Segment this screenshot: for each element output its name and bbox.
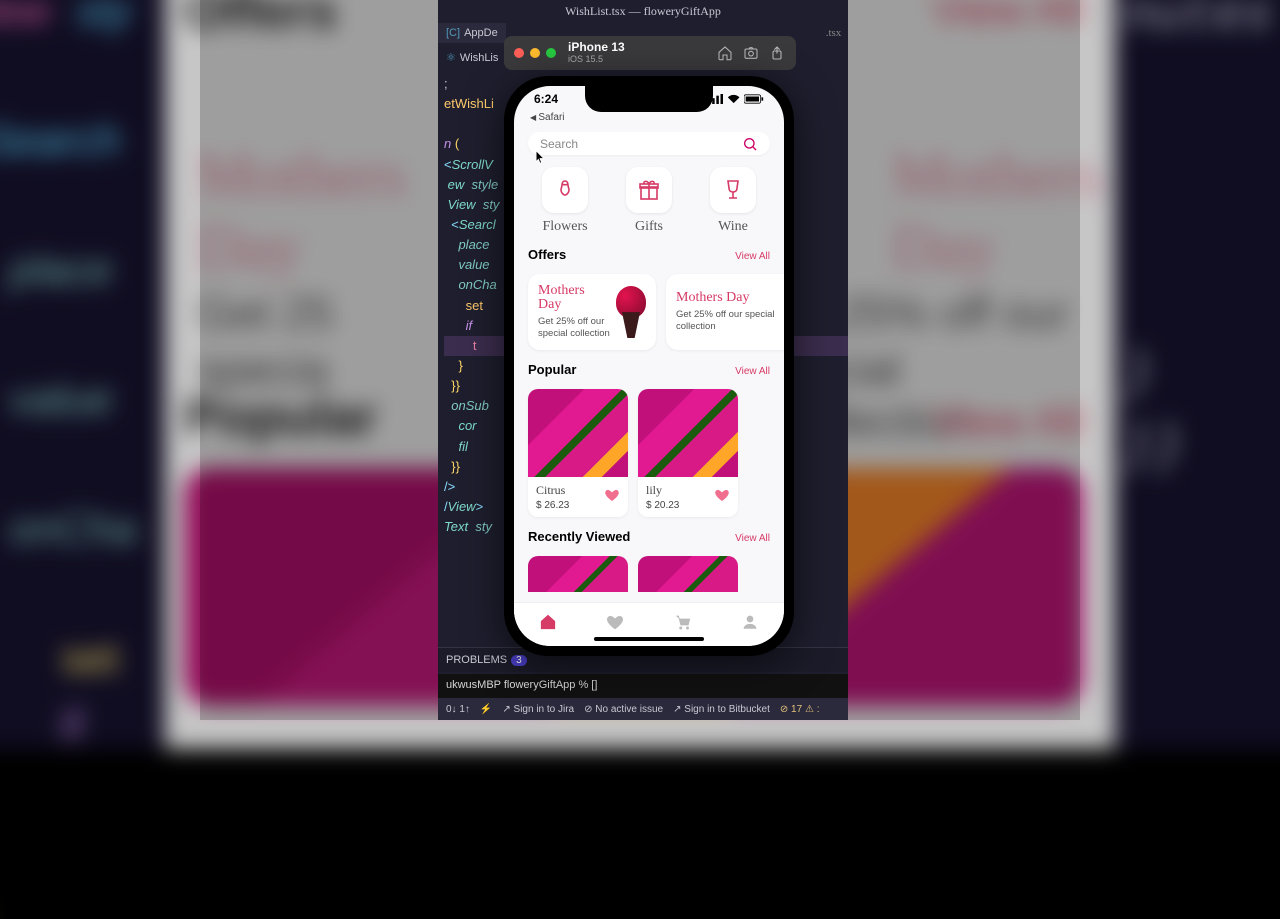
search-placeholder: Search [540,137,742,151]
popular-row: Citrus $ 26.23 lily $ 20.23 [528,389,770,517]
product-image [528,389,628,477]
iphone-device: 6:24 Safari Search Flowers Gifts [504,76,794,656]
product-image [638,389,738,477]
simulator-os: iOS 15.5 [568,55,708,65]
editor-tab-2[interactable]: ⚛WishLis [438,47,506,68]
status-jira[interactable]: ↗ Sign in to Jira [502,704,574,715]
recent-row [528,556,770,592]
screenshot-icon[interactable] [742,44,760,62]
minimize-icon[interactable] [530,48,540,58]
wine-icon [721,178,745,202]
battery-icon [744,94,764,104]
status-bar: 0↓ 1↑ ⚡ ↗ Sign in to Jira ⊘ No active is… [438,698,848,720]
status-time: 6:24 [534,92,558,106]
heart-icon[interactable] [604,487,620,508]
home-icon[interactable] [716,44,734,62]
product-card[interactable]: Citrus $ 26.23 [528,389,628,517]
offer-card[interactable]: Mothers Day Get 25% off our special coll… [666,274,784,350]
status-diagnostics[interactable]: ⊘ 17 ⚠ : [780,704,820,715]
close-icon[interactable] [514,48,524,58]
iphone-screen: 6:24 Safari Search Flowers Gifts [514,86,784,646]
bg-code-left: View sty <Search place value onCha set i… [0,0,165,919]
offer-card[interactable]: Mothers Day Get 25% off our special coll… [528,274,656,350]
terminal[interactable]: ukwusMBP floweryGiftApp % [] [438,674,848,698]
search-icon [742,136,758,152]
bouquet-image [616,286,646,338]
recent-image[interactable] [528,556,628,592]
tab-cart[interactable] [674,613,692,636]
notch [585,86,713,112]
status-bitbucket[interactable]: ↗ Sign in to Bitbucket [673,704,770,715]
back-to-app[interactable]: Safari [530,112,565,123]
category-wine[interactable]: Wine [710,167,756,235]
tab-home[interactable] [539,613,557,636]
category-flowers[interactable]: Flowers [542,167,588,235]
offers-heading: Offers [528,247,566,262]
share-icon[interactable] [768,44,786,62]
home-indicator[interactable] [594,637,704,641]
recent-heading: Recently Viewed [528,529,630,544]
tab-profile[interactable] [741,613,759,636]
recent-view-all[interactable]: View All [735,533,770,544]
recent-image[interactable] [638,556,738,592]
product-card[interactable]: lily $ 20.23 [638,389,738,517]
zoom-icon[interactable] [546,48,556,58]
popular-view-all[interactable]: View All [735,366,770,377]
wifi-icon [727,94,740,104]
heart-icon[interactable] [714,487,730,508]
simulator-titlebar[interactable]: iPhone 13 iOS 15.5 [504,36,796,70]
window-title: WishList.tsx — floweryGiftApp [438,0,848,23]
popular-heading: Popular [528,362,576,377]
flower-icon [553,178,577,202]
search-input[interactable]: Search [528,132,770,155]
status-bolt-icon[interactable]: ⚡ [480,704,492,715]
gift-icon [637,178,661,202]
mouse-cursor [535,150,545,164]
status-sync[interactable]: 0↓ 1↑ [446,704,470,715]
status-issue[interactable]: ⊘ No active issue [584,704,663,715]
category-row: Flowers Gifts Wine [528,167,770,235]
offers-view-all[interactable]: View All [735,251,770,262]
category-gifts[interactable]: Gifts [626,167,672,235]
tab-wishlist[interactable] [606,613,624,636]
editor-tab-1[interactable]: [C]AppDe [438,23,506,43]
offers-row: Mothers Day Get 25% off our special coll… [528,274,770,350]
simulator-device: iPhone 13 [568,41,708,54]
